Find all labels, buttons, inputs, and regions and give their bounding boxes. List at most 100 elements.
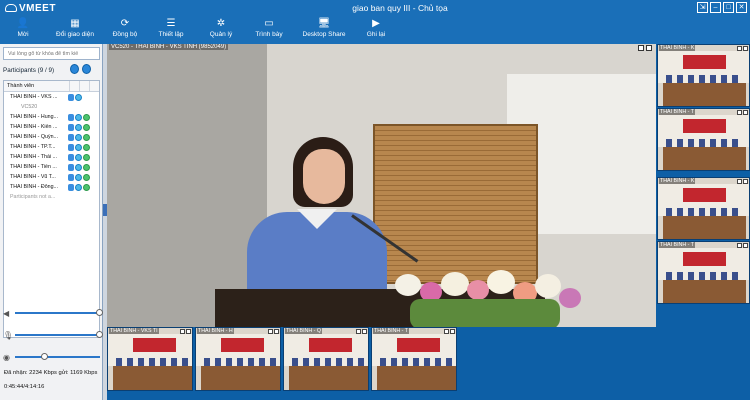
participant-row[interactable]: THÁI BÌNH - Thái ... bbox=[4, 152, 99, 162]
scene-banner bbox=[683, 55, 726, 69]
close-button[interactable]: ✕ bbox=[736, 2, 747, 13]
fullscreen-icon[interactable] bbox=[646, 45, 652, 51]
microphone-icon[interactable] bbox=[68, 153, 74, 161]
sync-button[interactable]: ⟳ Đồng bộ bbox=[104, 17, 146, 44]
participant-name: THÁI BÌNH - Hung... bbox=[10, 114, 58, 120]
online-status-icon[interactable] bbox=[83, 173, 90, 181]
camera-icon[interactable] bbox=[75, 93, 82, 101]
thumbnail-controls bbox=[737, 110, 748, 115]
flower bbox=[395, 274, 421, 296]
microphone-icon[interactable] bbox=[68, 183, 74, 191]
participant-row[interactable]: THÁI BÌNH - Quỳn... bbox=[4, 132, 99, 142]
participant-name: THÁI BÌNH - Đông... bbox=[10, 184, 58, 190]
fullscreen-icon[interactable] bbox=[743, 46, 748, 51]
column-header-member[interactable]: Thành viên bbox=[4, 81, 70, 91]
fullscreen-icon[interactable] bbox=[450, 329, 455, 334]
mute-all-icon[interactable] bbox=[70, 64, 79, 74]
fullscreen-icon[interactable] bbox=[743, 179, 748, 184]
pin-icon[interactable] bbox=[356, 329, 361, 334]
pin-icon[interactable] bbox=[737, 243, 742, 248]
participant-row[interactable]: THÁI BÌNH - Hung... bbox=[4, 112, 99, 122]
camera-icon[interactable] bbox=[75, 123, 82, 131]
online-status-icon[interactable] bbox=[83, 113, 90, 121]
camera-slider[interactable] bbox=[15, 353, 100, 360]
restore-button[interactable]: ⇲ bbox=[697, 2, 708, 13]
microphone-icon[interactable] bbox=[68, 133, 74, 141]
microphone-icon[interactable] bbox=[68, 123, 74, 131]
thumbnail[interactable]: THÁI BÌNH - H bbox=[195, 327, 281, 391]
camera-icon[interactable] bbox=[75, 113, 82, 121]
online-status-icon[interactable] bbox=[83, 153, 90, 161]
microphone-icon[interactable] bbox=[68, 173, 74, 181]
fullscreen-icon[interactable] bbox=[362, 329, 367, 334]
camera-icon[interactable] bbox=[75, 163, 82, 171]
column-header-mic[interactable] bbox=[70, 81, 80, 91]
microphone-icon[interactable] bbox=[68, 163, 74, 171]
thumbnail[interactable]: THÁI BÌNH - K bbox=[657, 44, 750, 107]
pin-icon[interactable] bbox=[268, 329, 273, 334]
change-layout-button[interactable]: ▦ Đổi giao diện bbox=[46, 17, 104, 44]
online-status-icon[interactable] bbox=[83, 183, 90, 191]
mic-volume-slider[interactable] bbox=[15, 331, 103, 338]
pin-icon[interactable] bbox=[737, 110, 742, 115]
camera-icon[interactable] bbox=[75, 133, 82, 141]
participant-status-icons bbox=[68, 143, 90, 151]
pin-icon[interactable] bbox=[638, 45, 644, 51]
mic-volume-knob[interactable] bbox=[96, 331, 103, 338]
pin-icon[interactable] bbox=[737, 46, 742, 51]
minimize-button[interactable]: – bbox=[710, 2, 721, 13]
thumbnail[interactable]: THÁI BÌNH - T bbox=[657, 241, 750, 304]
fullscreen-icon[interactable] bbox=[274, 329, 279, 334]
participant-row[interactable]: THÁI BÌNH - TP.T... bbox=[4, 142, 99, 152]
microphone-icon[interactable] bbox=[68, 143, 74, 151]
thumbnail[interactable]: THÁI BÌNH - T bbox=[371, 327, 457, 391]
online-status-icon[interactable] bbox=[83, 143, 90, 151]
thumbnail[interactable]: THÁI BÌNH - T bbox=[657, 108, 750, 171]
window-title: giao ban quy III - Chủ tọa bbox=[352, 3, 448, 13]
record-button[interactable]: ▶ Ghi lại bbox=[356, 17, 396, 44]
thumbnail[interactable]: THÁI BÌNH - K bbox=[657, 177, 750, 240]
participant-row[interactable]: THÁI BÌNH - Tiền ... bbox=[4, 162, 99, 172]
pin-icon[interactable] bbox=[737, 179, 742, 184]
fullscreen-icon[interactable] bbox=[186, 329, 191, 334]
manage-button[interactable]: ✲ Quản lý bbox=[196, 17, 246, 44]
camera-icon[interactable] bbox=[75, 183, 82, 191]
settings-button[interactable]: ☰ Thiết lập bbox=[146, 17, 196, 44]
desktop-share-button[interactable]: 🖥 Desktop Share bbox=[292, 17, 356, 44]
pin-icon[interactable] bbox=[180, 329, 185, 334]
microphone-icon[interactable] bbox=[68, 93, 74, 101]
speaker-volume-slider[interactable] bbox=[15, 309, 103, 316]
maximize-button[interactable]: □ bbox=[723, 2, 734, 13]
speaker-volume-row: ◀ bbox=[3, 302, 103, 324]
thumbnail-controls bbox=[444, 329, 455, 334]
participant-row[interactable]: THÁI BÌNH - Kiến ... bbox=[4, 122, 99, 132]
participant-search-input[interactable] bbox=[3, 47, 100, 60]
webcam-icon: ◉ bbox=[3, 352, 10, 362]
camera-icon[interactable] bbox=[75, 143, 82, 151]
online-status-icon[interactable] bbox=[83, 133, 90, 141]
fullscreen-icon[interactable] bbox=[743, 243, 748, 248]
microphone-icon[interactable] bbox=[68, 113, 74, 121]
thumbnail[interactable]: THÁI BÌNH - VKS TỈ bbox=[107, 327, 193, 391]
scene-table bbox=[113, 366, 192, 390]
right-thumbnails: THÁI BÌNH - K THÁI BÌNH - T THÁI BÌNH - … bbox=[657, 44, 750, 327]
column-header-cam[interactable] bbox=[80, 81, 90, 91]
present-button[interactable]: ▭ Trình bày bbox=[246, 17, 292, 44]
brand-name: VMEET bbox=[19, 3, 56, 14]
thumbnail[interactable]: THÁI BÌNH - Q bbox=[283, 327, 369, 391]
main-video[interactable]: VC520 - THÁI BÌNH - VKS TỈNH (9852049) bbox=[107, 44, 656, 327]
participant-row[interactable]: THÁI BÌNH - VKS ... bbox=[4, 92, 99, 102]
camera-all-icon[interactable] bbox=[82, 64, 91, 74]
participant-row[interactable]: THÁI BÌNH - Đông... bbox=[4, 182, 99, 192]
pin-icon[interactable] bbox=[444, 329, 449, 334]
fullscreen-icon[interactable] bbox=[743, 110, 748, 115]
camera-icon[interactable] bbox=[75, 173, 82, 181]
participant-row[interactable]: THÁI BÌNH - Vũ T... bbox=[4, 172, 99, 182]
camera-icon[interactable] bbox=[75, 153, 82, 161]
camera-slider-knob[interactable] bbox=[40, 353, 48, 360]
online-status-icon[interactable] bbox=[83, 163, 90, 171]
online-status-icon[interactable] bbox=[83, 123, 90, 131]
participant-name: THÁI BÌNH - Quỳn... bbox=[10, 134, 58, 140]
speaker-volume-knob[interactable] bbox=[96, 309, 103, 316]
invite-button[interactable]: 👤 Mời bbox=[0, 17, 46, 44]
